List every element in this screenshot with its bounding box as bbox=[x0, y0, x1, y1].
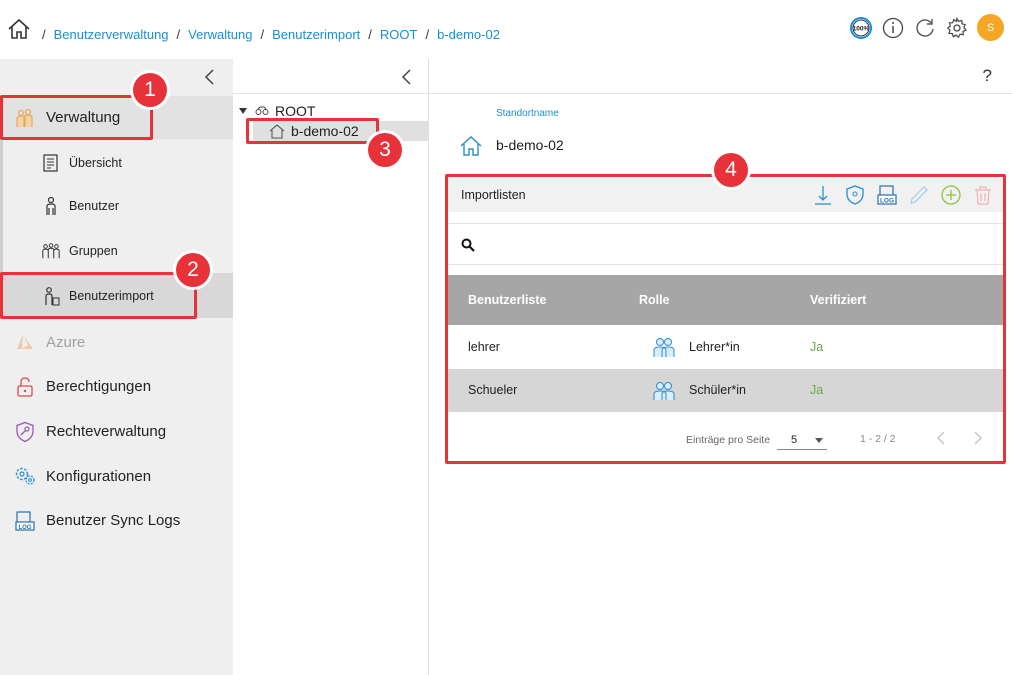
tree-root-node[interactable]: ROOT bbox=[239, 103, 315, 119]
sidebar-collapse-icon[interactable] bbox=[200, 67, 220, 87]
breadcrumb-root[interactable]: ROOT bbox=[380, 27, 418, 42]
tree-collapse-icon[interactable] bbox=[397, 67, 417, 87]
overview-icon bbox=[41, 153, 61, 173]
sidebar-item-label: Benutzer bbox=[69, 199, 120, 213]
top-header: / Benutzerverwaltung / Verwaltung / Benu… bbox=[0, 0, 1012, 59]
azure-icon bbox=[13, 330, 37, 354]
help-button[interactable]: ? bbox=[983, 66, 992, 86]
sidebar-item-label: Benutzer Sync Logs bbox=[46, 512, 181, 529]
user-avatar[interactable]: S bbox=[977, 14, 1004, 41]
breadcrumb-b-demo-02[interactable]: b-demo-02 bbox=[437, 27, 500, 42]
breadcrumb: / Benutzerverwaltung / Verwaltung / Benu… bbox=[42, 27, 500, 42]
location-name: b-demo-02 bbox=[496, 137, 564, 153]
svg-text:100%: 100% bbox=[853, 25, 870, 32]
highlight-box-benutzerimport bbox=[0, 272, 197, 319]
sidebar-item-label: Azure bbox=[46, 333, 86, 351]
shield-key-icon bbox=[13, 420, 37, 444]
location-house-icon bbox=[460, 136, 482, 156]
settings-gear-icon[interactable] bbox=[945, 16, 969, 40]
tree-root-label: ROOT bbox=[275, 103, 316, 119]
highlight-box-tree-node bbox=[246, 118, 379, 144]
annotation-badge-4: 4 bbox=[714, 153, 748, 187]
sidebar: Verwaltung Übersicht Benutzer Gruppen Be… bbox=[0, 59, 233, 675]
user-icon bbox=[41, 196, 61, 216]
sidebar-item-benutzer-sync-logs[interactable]: LOG Benutzer Sync Logs bbox=[0, 498, 233, 543]
breadcrumb-benutzerverwaltung[interactable]: Benutzerverwaltung bbox=[54, 27, 169, 42]
breadcrumb-verwaltung[interactable]: Verwaltung bbox=[188, 27, 252, 42]
annotation-badge-3: 3 bbox=[368, 133, 402, 167]
home-icon[interactable] bbox=[7, 17, 31, 41]
sidebar-item-label: Konfigurationen bbox=[46, 467, 152, 485]
sidebar-item-konfigurationen[interactable]: Konfigurationen bbox=[0, 454, 233, 498]
gears-icon bbox=[13, 464, 37, 488]
info-icon[interactable] bbox=[881, 16, 905, 40]
breadcrumb-benutzerimport[interactable]: Benutzerimport bbox=[272, 27, 360, 42]
highlight-box-import-card bbox=[445, 174, 1006, 464]
main-toolbar: ? bbox=[429, 59, 1012, 94]
sidebar-item-uebersicht[interactable]: Übersicht bbox=[0, 141, 233, 184]
tree-toolbar bbox=[233, 59, 429, 94]
groups-icon bbox=[41, 241, 61, 261]
highlight-box-verwaltung bbox=[0, 95, 153, 140]
sidebar-item-label: Berechtigungen bbox=[46, 378, 152, 395]
sidebar-item-berechtigungen[interactable]: Berechtigungen bbox=[0, 364, 233, 409]
sidebar-item-benutzer[interactable]: Benutzer bbox=[0, 184, 233, 228]
svg-text:LOG: LOG bbox=[19, 525, 32, 531]
sidebar-item-rechteverwaltung[interactable]: Rechteverwaltung bbox=[0, 409, 233, 454]
lock-icon bbox=[13, 375, 37, 399]
sidebar-item-label: Übersicht bbox=[69, 155, 122, 170]
header-icons: 100% S bbox=[849, 14, 1004, 41]
sidebar-item-label: Rechteverwaltung bbox=[46, 423, 167, 440]
refresh-icon[interactable] bbox=[913, 16, 937, 40]
sidebar-item-label: Gruppen bbox=[69, 243, 118, 258]
annotation-badge-1: 1 bbox=[133, 73, 167, 107]
log-icon: LOG bbox=[13, 509, 37, 533]
sidebar-item-azure: Azure bbox=[0, 320, 233, 364]
root-binoculars-icon bbox=[255, 106, 269, 115]
location-label: Standortname bbox=[496, 108, 559, 119]
zoom-icon[interactable]: 100% bbox=[849, 16, 873, 40]
annotation-badge-2: 2 bbox=[176, 253, 210, 287]
expand-caret-icon[interactable] bbox=[239, 108, 247, 114]
